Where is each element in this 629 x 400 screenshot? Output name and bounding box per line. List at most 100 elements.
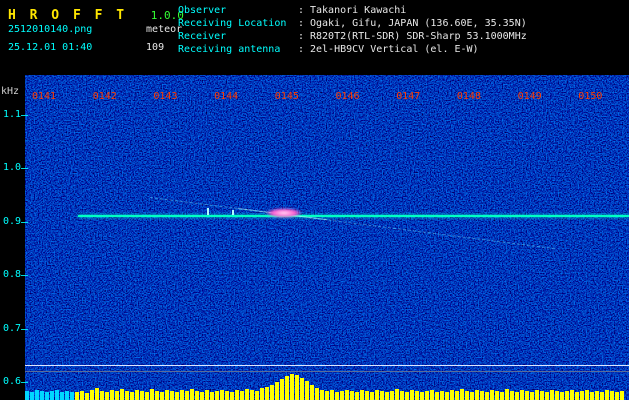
- meter-bar: [130, 392, 134, 400]
- signal-strength-meter: [25, 370, 629, 400]
- freq-label-1.1: 1.1: [3, 109, 22, 120]
- meter-bar: [225, 391, 229, 400]
- meter-bar: [600, 392, 604, 400]
- output-filename: 2512010140.png: [8, 24, 93, 35]
- meter-bar: [50, 391, 54, 400]
- meteor-ping-mark: [232, 210, 234, 215]
- meter-bar: [460, 389, 464, 400]
- meter-bar: [590, 392, 594, 400]
- meter-bar: [300, 378, 304, 400]
- time-label-0146: 0146: [335, 91, 360, 102]
- meter-bar: [270, 385, 274, 400]
- meter-bar: [395, 389, 399, 400]
- freq-label-0.9: 0.9: [3, 215, 22, 227]
- time-label-0142: 0142: [92, 91, 117, 102]
- meter-bar: [385, 392, 389, 400]
- info-value: Ogaki, Gifu, JAPAN (136.60E, 35.35N): [310, 18, 527, 29]
- meter-bar: [450, 390, 454, 400]
- meter-bar: [25, 391, 29, 400]
- meter-bar: [565, 391, 569, 400]
- meter-bar: [485, 392, 489, 400]
- time-label-0143: 0143: [153, 91, 178, 102]
- meter-bar: [580, 391, 584, 400]
- meter-bar: [500, 392, 504, 400]
- meter-bar: [320, 390, 324, 400]
- carrier-signal-line: [78, 215, 629, 217]
- station-info-table: Observer: Takanori Kawachi Receiving Locat…: [178, 5, 527, 56]
- meter-bar: [115, 391, 119, 400]
- mode-label: meteor: [146, 24, 183, 35]
- meter-bar: [530, 392, 534, 400]
- meter-bar: [380, 391, 384, 400]
- meter-bar: [285, 376, 289, 400]
- meter-bar: [585, 390, 589, 400]
- info-colon: :: [298, 31, 305, 42]
- meter-bar: [560, 392, 564, 400]
- meter-bar: [260, 388, 264, 400]
- meteor-echo-blob: [266, 208, 302, 218]
- spectrogram-panel: kHz 0141 0142 0143 0144 0145 0146 0147 0148 0149…: [0, 70, 629, 400]
- freq-tick: [21, 328, 28, 330]
- info-value: Takanori Kawachi: [310, 5, 407, 16]
- meter-bar: [370, 392, 374, 400]
- spectrogram-noise: [25, 75, 629, 400]
- meter-bar: [440, 391, 444, 400]
- meter-bar: [470, 392, 474, 400]
- timestamp-row: 25.12.01 01:40 109: [8, 42, 164, 53]
- time-label-0141: 0141: [32, 91, 57, 102]
- meter-bar: [75, 392, 79, 400]
- meter-bar: [325, 391, 329, 400]
- echo-count: 109: [146, 42, 165, 53]
- info-label: Observer: [178, 5, 227, 16]
- meter-bar: [310, 385, 314, 400]
- meter-bar: [180, 390, 184, 400]
- meter-bar: [175, 392, 179, 400]
- meter-bar: [40, 391, 44, 400]
- meter-bar: [400, 391, 404, 400]
- meter-bar: [570, 390, 574, 400]
- meter-bar: [220, 390, 224, 400]
- meter-bar: [150, 389, 154, 400]
- freq-label-1.0: 1.0: [3, 162, 22, 174]
- meter-bar: [420, 392, 424, 400]
- time-label-0148: 0148: [456, 91, 481, 102]
- app-title: H R O F F T: [8, 8, 128, 23]
- meter-bar: [70, 392, 74, 400]
- meter-bar: [415, 391, 419, 400]
- meter-bar: [230, 392, 234, 400]
- meter-bar: [610, 391, 614, 400]
- frequency-axis: 1.1 1.0 0.9 0.8 0.7 0.6: [0, 70, 30, 400]
- meter-bar: [110, 390, 114, 400]
- meter-bar: [480, 391, 484, 400]
- meter-bar: [540, 391, 544, 400]
- freq-label-0.6: 0.6: [3, 376, 22, 387]
- header: H R O F F T 1.0.0 2512010140.png meteor …: [0, 0, 629, 70]
- meter-bar: [200, 392, 204, 400]
- meter-bar: [155, 391, 159, 400]
- meter-bar: [365, 391, 369, 400]
- meter-bar: [250, 390, 254, 400]
- meter-bar: [275, 382, 279, 400]
- info-value: R820T2(RTL-SDR) SDR-Sharp 53.1000MHz: [310, 31, 527, 42]
- time-label-0147: 0147: [396, 91, 421, 102]
- info-label: Receiving antenna: [178, 44, 281, 55]
- meter-bar: [90, 390, 94, 400]
- time-label-0145: 0145: [274, 91, 299, 102]
- meter-bar: [135, 390, 139, 400]
- meter-bar: [45, 392, 49, 400]
- meter-bar: [245, 389, 249, 400]
- meter-bar: [550, 390, 554, 400]
- meter-bar: [140, 391, 144, 400]
- meter-bar: [60, 392, 64, 400]
- meter-bar: [555, 391, 559, 400]
- info-label: Receiver: [178, 31, 227, 42]
- meter-bar: [305, 381, 309, 400]
- meter-bar: [515, 392, 519, 400]
- meter-bar: [185, 391, 189, 400]
- meter-bar: [105, 392, 109, 400]
- meter-bar: [350, 391, 354, 400]
- freq-tick: [21, 275, 28, 277]
- meter-bar: [100, 391, 104, 400]
- meter-bar: [125, 391, 129, 400]
- time-axis: 0141 0142 0143 0144 0145 0146 0147 0148 0149 0150: [0, 91, 629, 103]
